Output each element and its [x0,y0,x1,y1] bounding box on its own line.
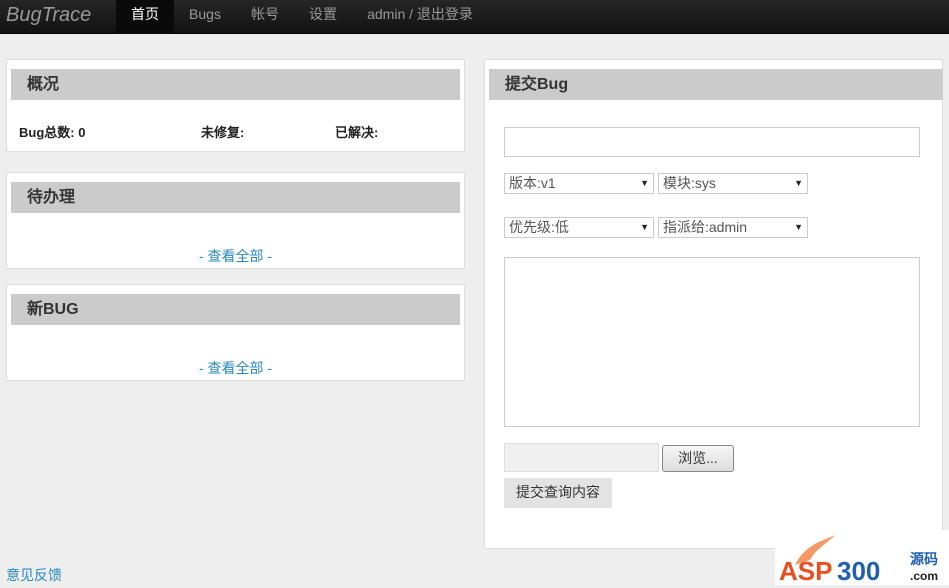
browse-button[interactable]: 浏览... [662,445,734,472]
overview-title: 概况 [11,69,460,100]
assignee-value: 指派给:admin [663,219,748,235]
nav-logout[interactable]: admin / 退出登录 [360,0,480,34]
file-path-input[interactable] [504,443,659,472]
submit-bug-panel: 提交Bug 版本:v1 ▼ 模块:sys ▼ 优先级:低 ▼ 指派给:admin ▼ 浏… [484,59,943,549]
watermark-logo: ASP 300 源码 .com [775,530,949,586]
description-textarea[interactable] [504,257,920,427]
chevron-down-icon: ▼ [640,178,649,188]
chevron-down-icon: ▼ [794,178,803,188]
version-value: 版本:v1 [509,175,556,191]
feedback-link[interactable]: 意见反馈 [6,565,62,585]
nav-account[interactable]: 帐号 [240,0,290,34]
bug-title-input[interactable] [504,127,920,157]
nav-home[interactable]: 首页 [116,0,174,34]
asp300-logo-icon: ASP 300 源码 .com [779,535,938,586]
submit-button[interactable]: 提交查询内容 [504,478,612,508]
todo-title: 待办理 [11,182,460,213]
overview-panel: 概况 Bug总数: 0 未修复: 已解决: [6,59,465,152]
nav-settings[interactable]: 设置 [298,0,348,34]
priority-value: 优先级:低 [509,219,569,235]
priority-select[interactable]: 优先级:低 ▼ [504,217,654,238]
svg-text:源码: 源码 [910,551,938,568]
module-select[interactable]: 模块:sys ▼ [658,173,808,194]
unfixed-count: 未修复: [201,125,245,140]
new-bug-view-all-link[interactable]: - 查看全部 - [7,358,464,378]
chevron-down-icon: ▼ [640,222,649,232]
bug-total: Bug总数: 0 [19,125,86,140]
svg-text:300: 300 [837,556,880,585]
version-select[interactable]: 版本:v1 ▼ [504,173,654,194]
new-bug-panel: 新BUG - 查看全部 - [6,284,465,381]
svg-text:ASP: ASP [779,556,832,585]
navbar: BugTrace 首页 Bugs 帐号 设置 admin / 退出登录 [0,0,949,34]
todo-panel: 待办理 - 查看全部 - [6,172,465,269]
assignee-select[interactable]: 指派给:admin ▼ [658,217,808,238]
submit-bug-title: 提交Bug [489,69,943,100]
todo-view-all-link[interactable]: - 查看全部 - [7,246,464,266]
resolved-count: 已解决: [335,125,379,140]
svg-text:.com: .com [910,569,938,583]
new-bug-title: 新BUG [11,294,460,325]
chevron-down-icon: ▼ [794,222,803,232]
nav-bugs[interactable]: Bugs [180,0,230,34]
brand-logo[interactable]: BugTrace [6,4,91,27]
module-value: 模块:sys [663,175,716,191]
